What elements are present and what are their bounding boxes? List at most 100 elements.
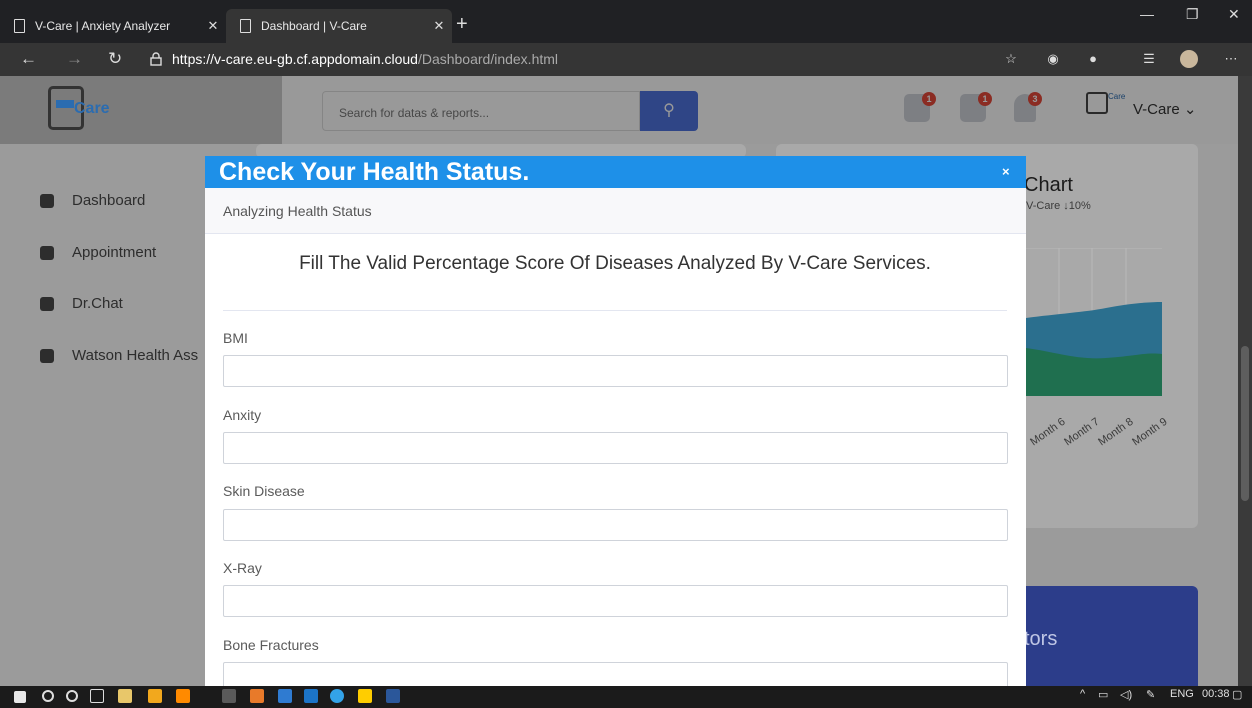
skin-disease-label: Skin Disease (223, 483, 305, 499)
search-input[interactable]: Search for datas & reports... (322, 91, 640, 131)
axis-tick-label: Month 9 (1130, 415, 1170, 449)
axis-tick-label: Month 8 (1096, 415, 1136, 449)
file-explorer-icon[interactable] (278, 689, 292, 703)
more-menu-icon[interactable]: ⋯ (1224, 52, 1238, 66)
extension-icon-2[interactable]: ● (1086, 52, 1100, 66)
back-icon[interactable]: ← (20, 50, 37, 68)
url-path: /Dashboard/index.html (417, 51, 559, 67)
search-icon: ⚲ (663, 102, 675, 119)
browser-tab-anxiety-analyzer[interactable]: V-Care | Anxiety Analyzer ✕ (0, 9, 226, 43)
tab-close-icon[interactable]: ✕ (200, 18, 226, 34)
language-indicator[interactable]: ENG (1170, 688, 1194, 700)
sidebar-brand[interactable]: Care (0, 76, 282, 144)
bmi-label: BMI (223, 330, 248, 346)
cross-logo-icon (56, 100, 74, 108)
chart-subtitle: V-Care ↓10% (1026, 200, 1091, 212)
user-menu[interactable]: V-Care ⌄ (1133, 100, 1196, 118)
anxity-input[interactable] (223, 432, 1008, 464)
scrollbar-thumb[interactable] (1241, 346, 1249, 501)
tab-title: V-Care | Anxiety Analyzer (35, 19, 171, 33)
background-blue-card: tors (1010, 586, 1198, 686)
bone-fractures-input[interactable] (223, 662, 1008, 686)
browser-tab-dashboard[interactable]: Dashboard | V-Care ✕ (226, 9, 452, 43)
user-logo-text: Care (1108, 92, 1126, 101)
url-scheme: https:// (172, 51, 215, 67)
chart-title: Chart (1024, 174, 1073, 196)
task-view-icon[interactable] (90, 689, 104, 703)
sidebar-item-label: Watson Health Ass (72, 347, 199, 364)
bone-fractures-label: Bone Fractures (223, 637, 319, 653)
favorite-star-icon[interactable]: ☆ (1004, 52, 1018, 66)
window-close-icon[interactable]: ✕ (1228, 6, 1240, 23)
favorites-list-icon[interactable]: ☰ (1142, 52, 1156, 66)
axis-tick-label: Month 7 (1062, 415, 1102, 449)
app-icon[interactable] (148, 689, 162, 703)
volume-icon[interactable]: ◁) (1120, 688, 1132, 701)
calendar-icon (40, 245, 54, 260)
minimize-icon[interactable]: — (1140, 6, 1154, 22)
refresh-icon[interactable]: ↻ (108, 50, 122, 68)
store-icon[interactable] (118, 689, 132, 703)
alerts-badge: 3 (1028, 92, 1042, 106)
network-icon[interactable]: ▭ (1098, 688, 1108, 701)
background-area-chart (1026, 248, 1162, 396)
health-status-modal: Check Your Health Status. × Analyzing He… (205, 156, 1026, 686)
modal-header: Check Your Health Status. × (205, 156, 1026, 188)
pen-icon[interactable]: ✎ (1146, 688, 1155, 701)
modal-subtitle: Analyzing Health Status (223, 203, 372, 219)
skin-disease-input[interactable] (223, 509, 1008, 541)
clock[interactable]: 00:38 (1202, 688, 1230, 700)
bmi-input[interactable] (223, 355, 1008, 387)
anxity-label: Anxity (223, 407, 262, 423)
divider (223, 310, 1007, 311)
search-icon[interactable] (42, 690, 54, 702)
page-icon (240, 19, 251, 33)
sidebar-item-label: Dashboard (72, 192, 146, 209)
cortana-icon[interactable] (66, 690, 78, 702)
user-icon (40, 348, 54, 363)
sidebar-item-watson[interactable]: Watson Health Ass (40, 347, 198, 364)
forward-icon[interactable]: → (66, 50, 83, 68)
page-scrollbar[interactable] (1238, 76, 1252, 686)
url-host: v-care.eu-gb.cf.appdomain.cloud (214, 51, 418, 67)
word-icon[interactable] (386, 689, 400, 703)
notifications-icon[interactable]: ▢ (1232, 688, 1242, 701)
mail-badge: 1 (978, 92, 992, 106)
month-axis: Month 6 Month 7 Month 8 Month 9 (1028, 416, 1188, 456)
tray-chevron-icon[interactable]: ^ (1080, 688, 1085, 700)
comments-icon (40, 296, 54, 311)
app-icon-2[interactable] (176, 689, 190, 703)
user-logo-icon (1086, 92, 1108, 114)
sidebar-item-dashboard[interactable]: Dashboard (40, 192, 145, 209)
sticky-notes-icon[interactable] (358, 689, 372, 703)
sidebar-item-label: Appointment (72, 244, 157, 261)
windows-start-icon[interactable] (14, 691, 26, 703)
tab-title: Dashboard | V-Care (261, 19, 367, 33)
profile-avatar[interactable] (1180, 50, 1198, 68)
sidebar-item-dr-chat[interactable]: Dr.Chat (40, 295, 123, 312)
search-button[interactable]: ⚲ (640, 91, 698, 131)
x-ray-input[interactable] (223, 585, 1008, 617)
terminal-icon[interactable] (222, 689, 236, 703)
tab-close-icon[interactable]: ✕ (426, 18, 452, 34)
edge-browser-icon[interactable] (330, 689, 344, 703)
blue-card-text: tors (1024, 628, 1058, 650)
new-tab-button[interactable]: + (456, 14, 468, 34)
restore-icon[interactable]: ❐ (1186, 6, 1199, 23)
sidebar-item-label: Dr.Chat (72, 295, 123, 312)
app-icon-3[interactable] (250, 689, 264, 703)
messages-badge: 1 (922, 92, 936, 106)
modal-close-icon[interactable]: × (1002, 156, 1010, 188)
sidebar-item-appointment[interactable]: Appointment (40, 244, 156, 261)
mail-app-icon[interactable] (304, 689, 318, 703)
extension-icon[interactable]: ◉ (1046, 52, 1060, 66)
url-field[interactable]: https://v-care.eu-gb.cf.appdomain.cloud/… (172, 51, 558, 67)
modal-heading: Fill The Valid Percentage Score Of Disea… (299, 253, 931, 274)
modal-title: Check Your Health Status. (219, 158, 530, 186)
x-ray-label: X-Ray (223, 560, 262, 576)
logo-text: Care (74, 100, 110, 117)
modal-subheader: Analyzing Health Status (205, 188, 1026, 234)
tachometer-icon (40, 193, 54, 208)
axis-tick-label: Month 6 (1028, 415, 1068, 449)
page-icon (14, 19, 25, 33)
